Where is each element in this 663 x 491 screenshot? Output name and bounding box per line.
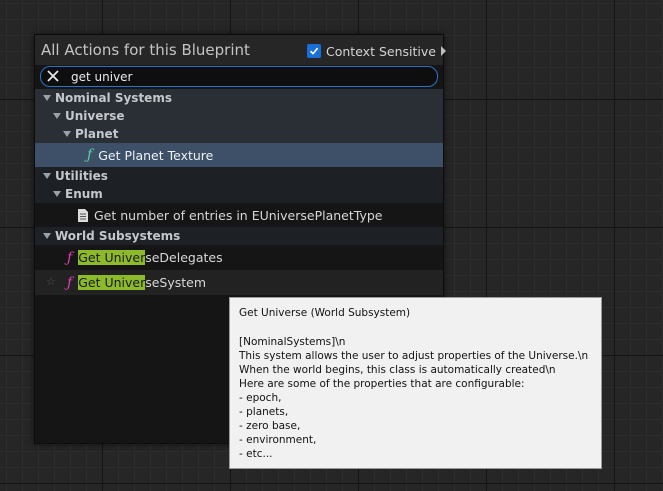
category-label: World Subsystems xyxy=(55,229,181,243)
action-get-enum-entries[interactable]: Get number of entries in EUniversePlanet… xyxy=(35,203,443,227)
action-label: Get Planet Texture xyxy=(98,147,214,163)
close-icon[interactable] xyxy=(46,69,60,83)
tooltip-line: [NominalSystems]\n xyxy=(239,336,346,348)
category-enum[interactable]: Enum xyxy=(35,185,443,203)
panel-title: All Actions for this Blueprint xyxy=(41,41,250,59)
function-icon: ƒ xyxy=(67,249,73,266)
category-label: Utilities xyxy=(55,169,108,183)
tooltip-line: - zero base, xyxy=(239,420,301,432)
search-box xyxy=(40,66,438,87)
triangle-down-icon[interactable] xyxy=(43,95,51,101)
action-label-rest: seSystem xyxy=(145,275,207,290)
triangle-down-icon[interactable] xyxy=(53,191,61,197)
context-sensitive-label: Context Sensitive xyxy=(326,43,436,59)
action-get-universe-system[interactable]: ☆ ƒ Get Univer seSystem xyxy=(35,270,443,295)
category-label: Nominal Systems xyxy=(55,91,172,105)
category-label: Universe xyxy=(65,109,125,123)
tooltip-line: - etc... xyxy=(239,448,273,460)
category-nominal-systems[interactable]: Nominal Systems xyxy=(35,89,443,107)
search-match-highlight: Get Univer xyxy=(78,275,146,290)
category-utilities[interactable]: Utilities xyxy=(35,167,443,185)
checkmark-icon xyxy=(309,47,319,55)
triangle-down-icon[interactable] xyxy=(43,233,51,239)
action-label: Get number of entries in EUniversePlanet… xyxy=(94,207,383,223)
action-tree: Nominal Systems Universe Planet ƒ Get Pl… xyxy=(35,89,443,295)
action-tooltip: Get Universe (World Subsystem) [NominalS… xyxy=(229,297,602,469)
function-icon: ƒ xyxy=(67,274,73,291)
category-world-subsystems[interactable]: World Subsystems xyxy=(35,227,443,245)
category-planet[interactable]: Planet xyxy=(35,125,443,143)
tooltip-line: When the world begins, this class is aut… xyxy=(239,364,556,376)
triangle-down-icon[interactable] xyxy=(63,131,71,137)
search-match-highlight: Get Univer xyxy=(78,250,146,265)
document-icon xyxy=(78,208,88,222)
function-icon: ƒ xyxy=(87,147,93,163)
star-icon[interactable]: ☆ xyxy=(46,275,56,288)
tooltip-line: - planets, xyxy=(239,406,289,418)
tooltip-line: - epoch, xyxy=(239,392,282,404)
action-label-rest: seDelegates xyxy=(145,250,223,265)
category-label: Enum xyxy=(65,187,103,201)
tooltip-line: This system allows the user to adjust pr… xyxy=(239,350,589,362)
tooltip-title: Get Universe (World Subsystem) xyxy=(239,307,411,319)
action-get-planet-texture[interactable]: ƒ Get Planet Texture xyxy=(35,143,443,167)
category-label: Planet xyxy=(75,127,119,141)
context-sensitive-checkbox[interactable] xyxy=(307,44,321,58)
tooltip-line: - environment, xyxy=(239,434,317,446)
context-sensitive-toggle[interactable]: Context Sensitive xyxy=(307,43,446,59)
chevron-right-icon[interactable] xyxy=(440,46,446,56)
category-universe[interactable]: Universe xyxy=(35,107,443,125)
search-input[interactable] xyxy=(71,67,431,86)
tooltip-line: Here are some of the properties that are… xyxy=(239,378,525,390)
panel-header: All Actions for this Blueprint Context S… xyxy=(35,35,446,65)
action-get-universe-delegates[interactable]: ƒ Get Univer seDelegates xyxy=(35,245,443,270)
triangle-down-icon[interactable] xyxy=(53,113,61,119)
triangle-down-icon[interactable] xyxy=(43,173,51,179)
